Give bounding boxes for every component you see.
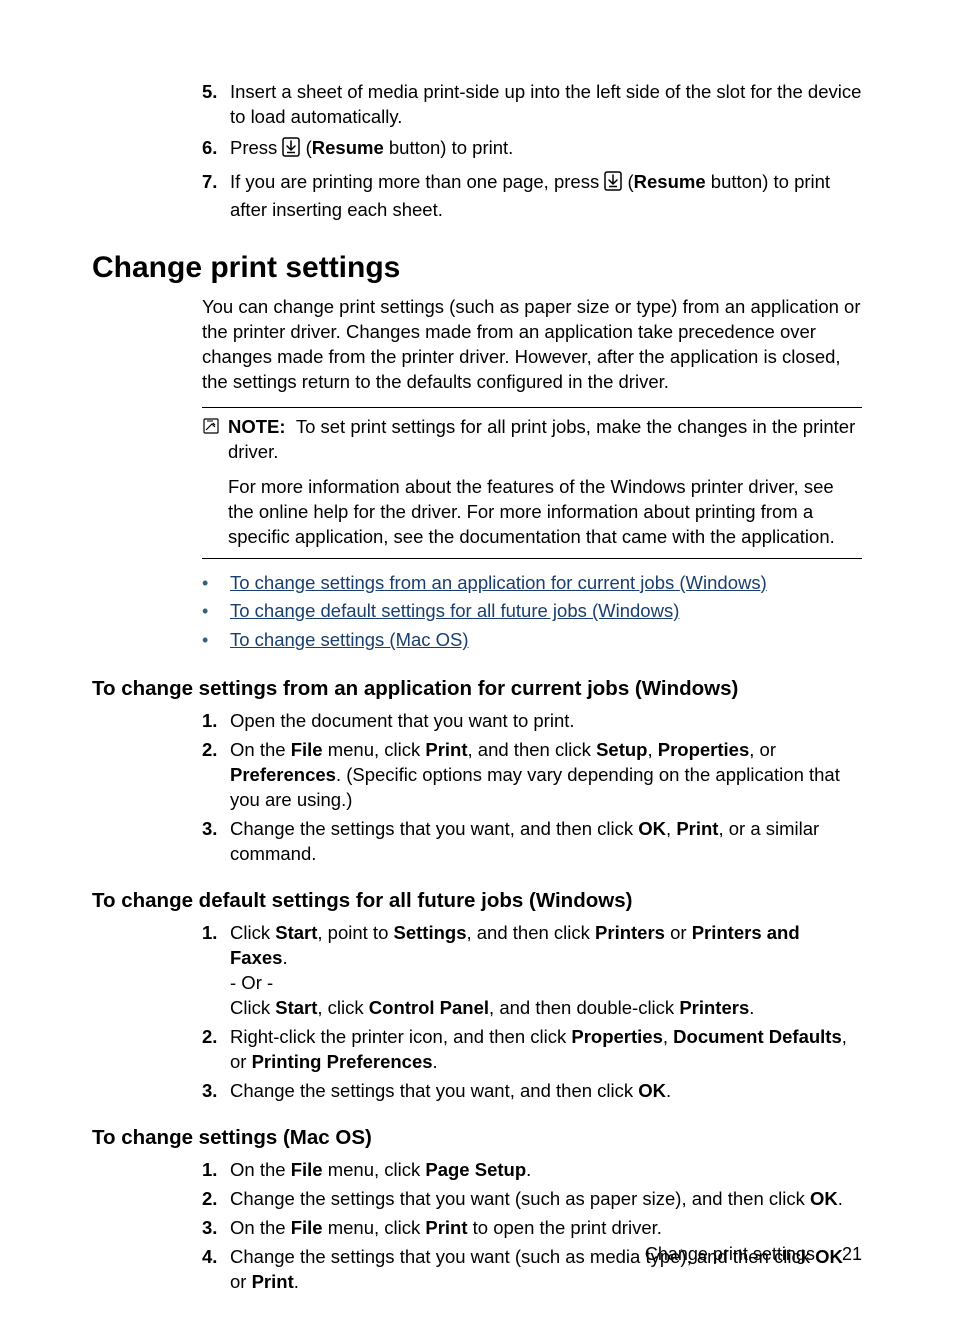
- step-number: 1.: [202, 1158, 230, 1183]
- toc-item: •To change default settings for all futu…: [202, 597, 862, 626]
- step-number: 1.: [202, 921, 230, 1021]
- step-item: 1.Click Start, point to Settings, and th…: [202, 921, 862, 1021]
- list-item: 6.Press (Resume button) to print.: [202, 136, 862, 164]
- page-footer: Change print settings 21: [645, 1244, 862, 1265]
- list-body: Press (Resume button) to print.: [230, 136, 862, 164]
- toc-link-list: •To change settings from an application …: [92, 569, 862, 656]
- step-body: Change the settings that you want, and t…: [230, 817, 862, 867]
- resume-button-icon: [282, 137, 300, 164]
- step-number: 3.: [202, 1216, 230, 1241]
- step-item: 2.On the File menu, click Print, and the…: [202, 738, 862, 813]
- step-item: 3.Change the settings that you want, and…: [202, 1079, 862, 1104]
- step-list: 1.On the File menu, click Page Setup.2.C…: [92, 1158, 862, 1295]
- step-number: 3.: [202, 817, 230, 867]
- step-body: On the File menu, click Page Setup.: [230, 1158, 862, 1183]
- bullet-icon: •: [202, 598, 230, 626]
- step-list: 1.Open the document that you want to pri…: [92, 709, 862, 867]
- resume-button-icon: [604, 171, 622, 198]
- step-item: 2.Right-click the printer icon, and then…: [202, 1025, 862, 1075]
- note-icon: [202, 415, 228, 465]
- note-label: NOTE:: [228, 416, 286, 437]
- toc-item: •To change settings from an application …: [202, 569, 862, 598]
- intro-paragraph: You can change print settings (such as p…: [92, 295, 862, 395]
- step-number: 2.: [202, 1187, 230, 1212]
- step-body: On the File menu, click Print, and then …: [230, 738, 862, 813]
- bullet-icon: •: [202, 570, 230, 598]
- list-number: 6.: [202, 136, 230, 164]
- list-item: 5.Insert a sheet of media print-side up …: [202, 80, 862, 130]
- toc-item: •To change settings (Mac OS): [202, 626, 862, 655]
- step-number: 3.: [202, 1079, 230, 1104]
- list-item: 7.If you are printing more than one page…: [202, 170, 862, 223]
- list-body: If you are printing more than one page, …: [230, 170, 862, 223]
- toc-link[interactable]: To change settings from an application f…: [230, 569, 767, 598]
- step-item: 3.Change the settings that you want, and…: [202, 817, 862, 867]
- heading-2: To change settings from an application f…: [92, 677, 862, 701]
- step-list: 1.Click Start, point to Settings, and th…: [92, 921, 862, 1104]
- heading-2: To change default settings for all futur…: [92, 889, 862, 913]
- heading-2: To change settings (Mac OS): [92, 1126, 862, 1150]
- step-number: 2.: [202, 738, 230, 813]
- step-body: Change the settings that you want (such …: [230, 1187, 862, 1212]
- list-number: 7.: [202, 170, 230, 223]
- step-body: On the File menu, click Print to open th…: [230, 1216, 862, 1241]
- footer-page-number: 21: [842, 1244, 862, 1264]
- step-body: Click Start, point to Settings, and then…: [230, 921, 862, 1021]
- document-page: 5.Insert a sheet of media print-side up …: [0, 0, 954, 1321]
- note-line-1: NOTE: To set print settings for all prin…: [228, 415, 862, 465]
- step-number: 4.: [202, 1245, 230, 1295]
- step-body: Right-click the printer icon, and then c…: [230, 1025, 862, 1075]
- note-line-1-text: To set print settings for all print jobs…: [228, 416, 855, 462]
- heading-1: Change print settings: [92, 251, 862, 285]
- step-item: 3.On the File menu, click Print to open …: [202, 1216, 862, 1241]
- step-item: 1.On the File menu, click Page Setup.: [202, 1158, 862, 1183]
- toc-link[interactable]: To change settings (Mac OS): [230, 626, 469, 655]
- step-item: 1.Open the document that you want to pri…: [202, 709, 862, 734]
- step-body: Change the settings that you want, and t…: [230, 1079, 862, 1104]
- footer-title: Change print settings: [645, 1244, 815, 1264]
- note-box: NOTE: To set print settings for all prin…: [202, 407, 862, 559]
- bullet-icon: •: [202, 627, 230, 655]
- step-item: 2.Change the settings that you want (suc…: [202, 1187, 862, 1212]
- toc-link[interactable]: To change default settings for all futur…: [230, 597, 679, 626]
- step-number: 1.: [202, 709, 230, 734]
- step-body: Open the document that you want to print…: [230, 709, 862, 734]
- note-line-2: For more information about the features …: [202, 475, 862, 550]
- step-number: 2.: [202, 1025, 230, 1075]
- list-body: Insert a sheet of media print-side up in…: [230, 80, 862, 130]
- top-ordered-list: 5.Insert a sheet of media print-side up …: [92, 80, 862, 223]
- list-number: 5.: [202, 80, 230, 130]
